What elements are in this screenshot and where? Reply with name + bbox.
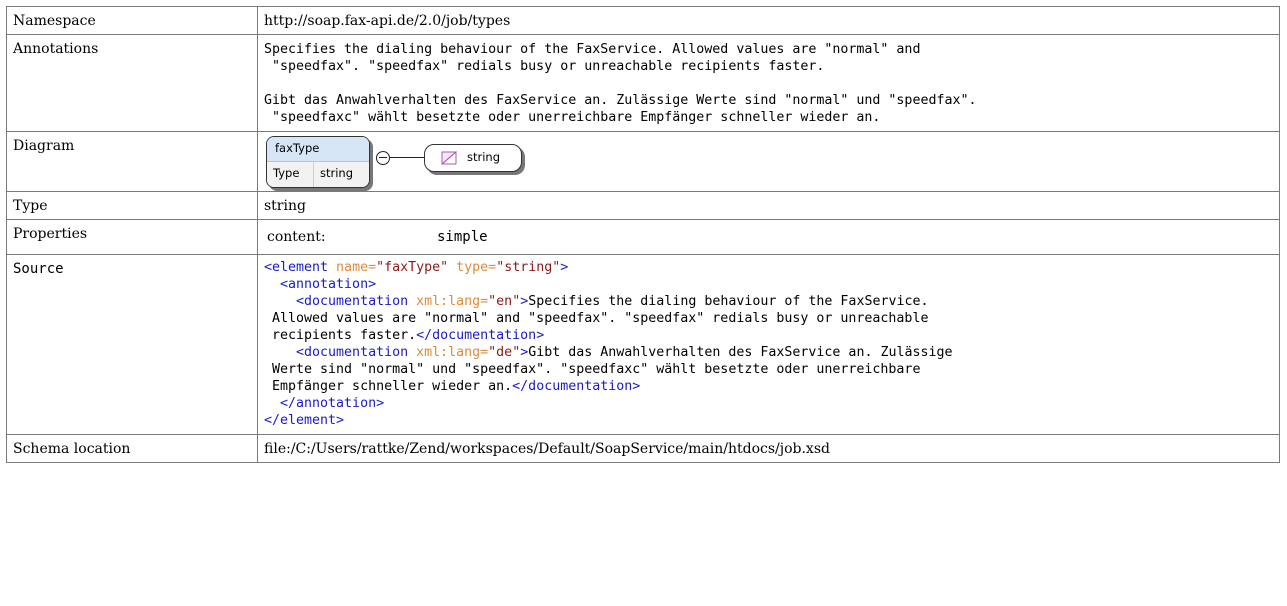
row-properties: Properties content: simple [6,219,1280,255]
connector-line [390,157,424,158]
annotation-de: Gibt das Anwahlverhalten des FaxService … [264,93,977,125]
property-key: content: [267,229,326,245]
src-doc-de-val: "de" [488,345,521,360]
element-box[interactable]: faxType Type string [266,136,370,188]
src-element-gt: > [560,260,569,275]
schema-doc-table: Namespace http://soap.fax-api.de/2.0/job… [6,6,1280,463]
annotation-en: Specifies the dialing behaviour of the F… [264,42,921,74]
src-doc-en-attr: xml:lang= [408,294,489,309]
schema-location-value: file:/C:/Users/rattke/Zend/workspaces/De… [257,434,1280,463]
element-type-row: Type string [267,162,369,187]
properties-cell: content: simple [257,219,1280,255]
diagram-cell: faxType Type string string [257,131,1280,192]
row-schema-location: Schema location file:/C:/Users/rattke/Ze… [6,434,1280,463]
type-value: string [257,191,1280,220]
src-doc-de-close: </documentation> [512,379,641,394]
src-element-open: <element [264,260,329,275]
src-attr-type: type= [448,260,497,275]
row-source: Source <element name="faxType" type="str… [6,254,1280,435]
src-doc-en-open: <documentation [264,294,409,309]
namespace-value: http://soap.fax-api.de/2.0/job/types [257,6,1280,35]
diagram-label: Diagram [6,131,258,192]
source-code: <element name="faxType" type="string"> <… [257,254,1280,435]
source-label: Source [6,254,258,435]
annotations-label: Annotations [6,34,258,132]
schema-diagram: faxType Type string string [264,134,1273,190]
base-type-box[interactable]: string [424,144,522,172]
src-annotation-open: <annotation> [264,277,377,292]
property-content: content: simple [264,226,1273,249]
row-diagram: Diagram faxType Type string string [6,131,1280,192]
element-type-value: string [320,166,354,180]
base-type-name: string [467,150,501,164]
src-attr-name: name= [328,260,377,275]
row-type: Type string [6,191,1280,220]
properties-label: Properties [6,219,258,255]
src-doc-de-open: <documentation [264,345,409,360]
element-name: faxType [267,137,369,162]
src-doc-en-val: "en" [488,294,521,309]
element-type-key: Type [267,162,314,187]
schema-location-label: Schema location [6,434,258,463]
namespace-label: Namespace [6,6,258,35]
sequence-icon[interactable] [376,151,390,165]
src-val-name: "faxType" [376,260,449,275]
row-annotations: Annotations Specifies the dialing behavi… [6,34,1280,132]
src-val-type: "string" [496,260,561,275]
src-doc-de-attr: xml:lang= [408,345,489,360]
src-doc-en-close: </documentation> [416,328,545,343]
row-namespace: Namespace http://soap.fax-api.de/2.0/job… [6,6,1280,35]
src-element-close: </element> [264,413,345,428]
simple-type-icon [441,151,457,165]
property-value: simple [437,229,488,245]
src-annotation-close: </annotation> [264,396,385,411]
annotations-cell: Specifies the dialing behaviour of the F… [257,34,1280,132]
type-label: Type [6,191,258,220]
